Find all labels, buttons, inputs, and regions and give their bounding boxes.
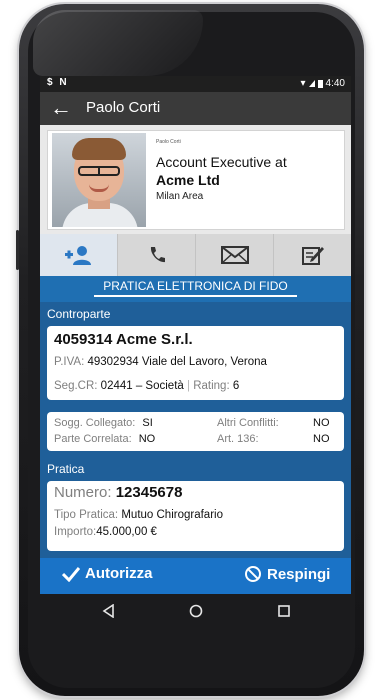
tipo-value: Mutuo Chirografario [121, 509, 223, 521]
segcr-card: Seg.CR: 02441 – Società | Rating: 6 [47, 378, 344, 400]
numero-label: Numero: [54, 484, 112, 501]
note-button[interactable] [274, 234, 351, 276]
piva-value: 49302934 Viale del Lavoro, Verona [87, 356, 267, 368]
profile-company: Acme Ltd [156, 172, 220, 188]
reject-label: Respingi [267, 565, 331, 583]
parte-label: Parte Correlata: [54, 433, 132, 445]
importo-value: 45.000,00 € [96, 526, 157, 538]
back-arrow-icon[interactable]: ← [50, 96, 72, 120]
segcr-label: Seg.CR: [54, 380, 98, 392]
sogg-label: Sogg. Collegato: [54, 417, 136, 429]
block-icon [245, 566, 261, 582]
profile-role: Account Executive at [156, 154, 287, 170]
altri-label: Altri Conflitti: [217, 417, 279, 429]
app-bar: ← Paolo Corti [40, 92, 351, 125]
art-136-row: Art. 136: [217, 433, 259, 445]
numero-value: 12345678 [115, 484, 183, 501]
nav-recents-icon[interactable] [277, 604, 291, 618]
piva-label: P.IVA: [54, 356, 85, 368]
art-label: Art. 136: [217, 433, 259, 445]
numero-row: Numero: 12345678 [54, 484, 182, 501]
email-button[interactable] [196, 234, 274, 276]
parte-value: NO [138, 433, 156, 445]
rating-value: 6 [232, 380, 240, 392]
call-button[interactable] [118, 234, 196, 276]
approve-label: Autorizza [85, 565, 153, 582]
profile-area: Milan Area [156, 191, 204, 202]
tipo-label: Tipo Pratica: [54, 509, 119, 521]
page-title: Paolo Corti [86, 99, 161, 116]
tab-pratica-elettronica[interactable]: PRATICA ELETTRONICA DI FIDO [94, 279, 297, 297]
system-nav-bar [40, 594, 351, 630]
add-contact-button[interactable] [40, 234, 118, 276]
details-area: Controparte 4059314 Acme S.r.l. P.IVA: 4… [40, 302, 351, 594]
edit-note-icon [301, 247, 324, 265]
controparte-card: 4059314 Acme S.r.l. P.IVA: 49302934 Vial… [47, 326, 344, 382]
nav-home-icon[interactable] [189, 604, 203, 618]
wifi-icon: ▾ [300, 78, 306, 89]
mail-icon [220, 246, 249, 264]
sogg-value: SI [142, 417, 153, 429]
controparte-name: 4059314 Acme S.r.l. [54, 331, 193, 348]
checkmark-icon [62, 566, 80, 582]
phone-icon [150, 247, 165, 263]
nav-back-icon[interactable] [102, 604, 116, 618]
approve-button[interactable]: Autorizza [62, 565, 153, 582]
altri-value: NO [313, 417, 330, 429]
importo-label: Importo: [54, 526, 97, 538]
profile-section: Paolo Corti Account Executive at Acme Lt… [40, 125, 351, 234]
altri-conflitti-row: Altri Conflitti: [217, 417, 279, 429]
sogg-collegato-row: Sogg. Collegato: SI [54, 417, 153, 429]
art-value: NO [313, 433, 330, 445]
screen: $ N ▾ 4:40 ← Paolo Corti Paolo Corti Acc [40, 76, 351, 594]
volume-button [16, 230, 19, 270]
pratica-card: Numero: 12345678 Tipo Pratica: Mutuo Chi… [47, 481, 344, 551]
piva-row: P.IVA: 49302934 Viale del Lavoro, Verona [54, 356, 344, 368]
flags-card: Sogg. Collegato: SI Altri Conflitti: NO … [47, 412, 344, 451]
signal-icon [308, 80, 315, 87]
tipo-pratica-row: Tipo Pratica: Mutuo Chirografario [54, 509, 223, 521]
status-right: ▾ 4:40 [301, 78, 346, 89]
reject-button[interactable]: Respingi [244, 565, 330, 583]
status-time: 4:40 [325, 78, 345, 89]
segcr-value: 02441 – Società [100, 380, 184, 392]
status-left-icons: $ N [47, 77, 69, 88]
battery-icon [317, 79, 323, 88]
contact-action-bar [40, 234, 351, 276]
profile-small-name: Paolo Corti [156, 139, 181, 145]
profile-details: Paolo Corti Account Executive at Acme Lt… [156, 139, 342, 202]
section-tab-bar: PRATICA ELETTRONICA DI FIDO [40, 276, 351, 302]
rating-label: Rating: [193, 380, 230, 392]
importo-row: Importo:45.000,00 € [54, 526, 157, 538]
pratica-header: Pratica [47, 462, 85, 476]
add-contact-icon [64, 246, 91, 265]
bottom-action-bar: Autorizza Respingi [40, 558, 351, 594]
phone-reflection [33, 10, 203, 76]
profile-card: Paolo Corti Account Executive at Acme Lt… [47, 130, 345, 230]
segcr-row: Seg.CR: 02441 – Società | Rating: 6 [54, 380, 240, 392]
status-bar: $ N ▾ 4:40 [40, 76, 351, 92]
controparte-header: Controparte [47, 307, 111, 321]
parte-correlata-row: Parte Correlata: NO [54, 433, 155, 445]
avatar [52, 133, 146, 227]
